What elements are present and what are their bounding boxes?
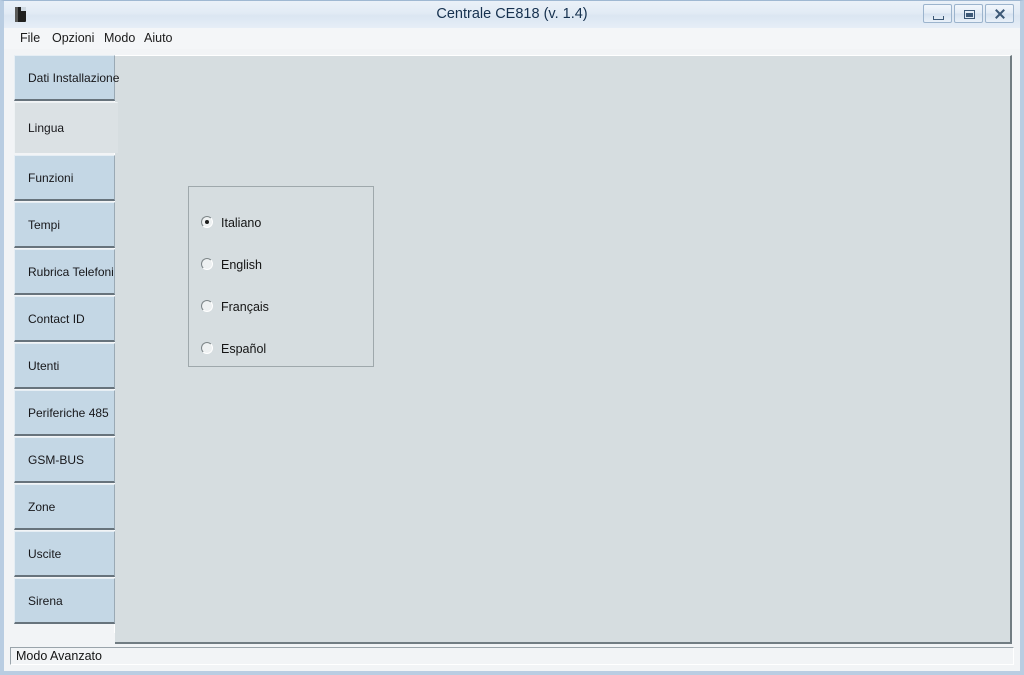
sidebar-item-label: Sirena	[28, 593, 63, 608]
menu-item-opzioni[interactable]: Opzioni	[46, 28, 100, 49]
sidebar-item-dati-installazione[interactable]: Dati Installazione	[14, 55, 119, 101]
radio-label: English	[221, 258, 262, 272]
sidebar-item-utenti[interactable]: Utenti	[14, 343, 115, 389]
sidebar-item-contact-id[interactable]: Contact ID	[14, 296, 115, 342]
sidebar-item-periferiche-485[interactable]: Periferiche 485	[14, 390, 115, 436]
sidebar-item-label: Lingua	[28, 121, 65, 135]
status-bar-text: Modo Avanzato	[16, 649, 102, 663]
sidebar-item-gsm-bus[interactable]: GSM-BUS	[14, 437, 115, 483]
sidebar-item-label: Rubrica Telefoni	[28, 264, 114, 279]
sidebar-item-uscite[interactable]: Uscite	[14, 531, 115, 577]
close-button[interactable]	[985, 4, 1014, 23]
radio-checked-icon[interactable]	[201, 216, 213, 228]
close-icon	[986, 5, 1013, 22]
radio-unchecked-icon[interactable]	[201, 258, 213, 270]
sidebar-item-label: GSM-BUS	[28, 452, 85, 467]
sidebar-item-label: Uscite	[28, 546, 62, 561]
restore-button[interactable]	[954, 4, 983, 23]
minimize-button[interactable]	[923, 4, 952, 23]
menu-item-modo[interactable]: Modo	[98, 28, 141, 49]
menu-bar: File Opzioni Modo Aiuto	[4, 28, 1020, 50]
radio-label: Italiano	[221, 216, 262, 230]
sidebar-item-funzioni[interactable]: Funzioni	[14, 155, 115, 201]
radio-unchecked-icon[interactable]	[201, 342, 213, 354]
client-area: Italiano English Français Español Dati Inst…	[4, 49, 1020, 671]
sidebar-item-label: Tempi	[28, 217, 61, 232]
status-bar: Modo Avanzato	[10, 647, 1014, 665]
sidebar-item-label: Funzioni	[28, 170, 74, 185]
sidebar-item-sirena[interactable]: Sirena	[14, 578, 115, 624]
content-panel: Italiano English Français Español	[114, 55, 1012, 644]
minimize-icon	[933, 16, 944, 20]
radio-label: Français	[221, 300, 269, 314]
sidebar-tabs: Dati Installazione Lingua Funzioni Tempi Rub…	[14, 55, 119, 663]
sidebar-item-lingua[interactable]: Lingua	[14, 102, 118, 153]
window-controls	[923, 4, 1014, 23]
sidebar-item-zone[interactable]: Zone	[14, 484, 115, 530]
radio-label: Español	[221, 342, 267, 356]
language-group-box: Italiano English Français Español	[188, 186, 374, 367]
menu-item-file[interactable]: File	[14, 28, 46, 49]
title-bar[interactable]: Centrale CE818 (v. 1.4)	[4, 1, 1020, 28]
sidebar-item-label: Dati Installazione	[28, 70, 120, 85]
window-title: Centrale CE818 (v. 1.4)	[436, 6, 588, 22]
sidebar-item-rubrica-telefoni[interactable]: Rubrica Telefoni	[14, 249, 115, 295]
sidebar-item-label: Periferiche 485	[28, 405, 109, 420]
sidebar-item-label: Contact ID	[28, 311, 85, 326]
sidebar-item-tempi[interactable]: Tempi	[14, 202, 115, 248]
menu-item-aiuto[interactable]: Aiuto	[138, 28, 179, 49]
sidebar-item-label: Zone	[28, 499, 56, 514]
sidebar-item-label: Utenti	[28, 358, 60, 373]
application-window: Centrale CE818 (v. 1.4) File Opzioni Modo A…	[0, 0, 1024, 675]
radio-unchecked-icon[interactable]	[201, 300, 213, 312]
